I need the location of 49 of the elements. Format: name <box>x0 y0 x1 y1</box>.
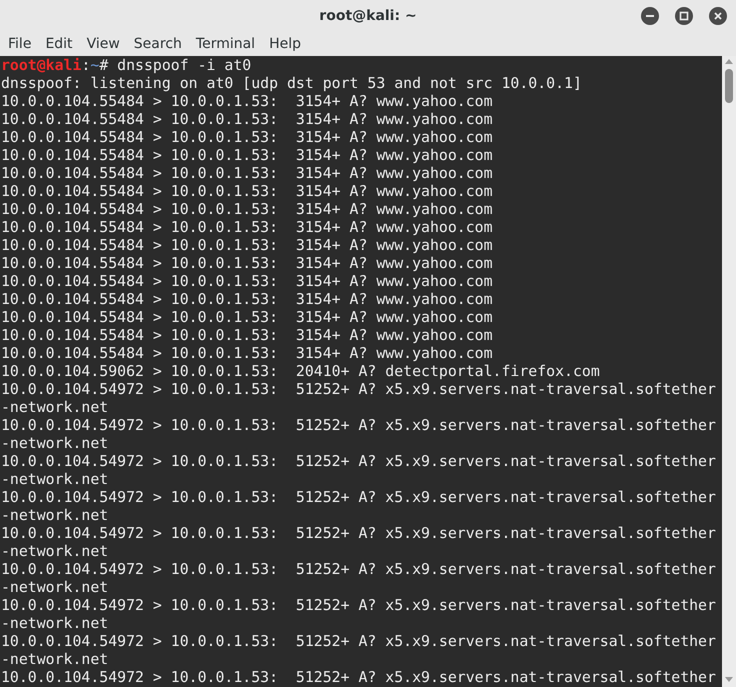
terminal-line: 10.0.0.104.54972 > 10.0.0.1.53: 51252+ A? x5.x9.servers.nat-traversal.softether <box>1 560 716 578</box>
terminal-line: -network.net <box>1 470 108 488</box>
terminal-line: 10.0.0.104.54972 > 10.0.0.1.53: 51252+ A? x5.x9.servers.nat-traversal.softether <box>1 632 716 650</box>
menu-item[interactable]: Terminal <box>196 36 270 52</box>
terminal-line: 10.0.0.104.54972 > 10.0.0.1.53: 51252+ A? x5.x9.servers.nat-traversal.softether <box>1 452 716 470</box>
scroll-down-icon[interactable] <box>725 677 733 683</box>
terminal-line: 10.0.0.104.54972 > 10.0.0.1.53: 51252+ A? x5.x9.servers.nat-traversal.softether <box>1 596 716 614</box>
terminal-line: 10.0.0.104.55484 > 10.0.0.1.53: 3154+ A? www.yahoo.com <box>1 236 493 254</box>
scroll-thumb[interactable] <box>725 69 733 103</box>
terminal-line: 10.0.0.104.55484 > 10.0.0.1.53: 3154+ A? www.yahoo.com <box>1 344 493 362</box>
terminal-line: 10.0.0.104.55484 > 10.0.0.1.53: 3154+ A? www.yahoo.com <box>1 272 493 290</box>
terminal-line: -network.net <box>1 650 108 668</box>
terminal-line: 10.0.0.104.55484 > 10.0.0.1.53: 3154+ A? www.yahoo.com <box>1 326 493 344</box>
minimize-icon[interactable] <box>640 6 660 26</box>
menu-item[interactable]: View <box>86 36 134 52</box>
terminal-line: 10.0.0.104.55484 > 10.0.0.1.53: 3154+ A? www.yahoo.com <box>1 164 493 182</box>
terminal-line: 10.0.0.104.55484 > 10.0.0.1.53: 3154+ A? www.yahoo.com <box>1 128 493 146</box>
scrollbar[interactable] <box>722 56 736 687</box>
terminal-line: -network.net <box>1 578 108 596</box>
maximize-icon[interactable] <box>674 6 694 26</box>
menu-item[interactable]: File <box>8 36 46 52</box>
terminal-line: 10.0.0.104.55484 > 10.0.0.1.53: 3154+ A? www.yahoo.com <box>1 200 493 218</box>
terminal-line: dnsspoof: listening on at0 [udp dst port 53 and not src 10.0.0.1] <box>1 74 582 92</box>
window-title: root@kali: ~ <box>319 8 417 24</box>
terminal-line: 10.0.0.104.54972 > 10.0.0.1.53: 51252+ A? x5.x9.servers.nat-traversal.softether <box>1 416 716 434</box>
terminal-line: 10.0.0.104.59062 > 10.0.0.1.53: 20410+ A? detectportal.firefox.com <box>1 362 600 380</box>
terminal-line: -network.net <box>1 506 108 524</box>
menu-item[interactable]: Help <box>269 36 315 52</box>
terminal-line: 10.0.0.104.54972 > 10.0.0.1.53: 51252+ A? x5.x9.servers.nat-traversal.softether <box>1 524 716 542</box>
close-icon[interactable] <box>708 6 728 26</box>
terminal-line: 10.0.0.104.54972 > 10.0.0.1.53: 51252+ A? x5.x9.servers.nat-traversal.softether <box>1 668 716 686</box>
terminal-line: -network.net <box>1 542 108 560</box>
terminal-line: 10.0.0.104.55484 > 10.0.0.1.53: 3154+ A? www.yahoo.com <box>1 110 493 128</box>
terminal-line: 10.0.0.104.55484 > 10.0.0.1.53: 3154+ A? www.yahoo.com <box>1 218 493 236</box>
terminal-line: 10.0.0.104.55484 > 10.0.0.1.53: 3154+ A? www.yahoo.com <box>1 290 493 308</box>
terminal-line: -network.net <box>1 398 108 416</box>
prompt-line: root@kali:~# dnsspoof -i at0 <box>1 56 252 74</box>
terminal-line: 10.0.0.104.55484 > 10.0.0.1.53: 3154+ A? www.yahoo.com <box>1 254 493 272</box>
terminal-line: 10.0.0.104.55484 > 10.0.0.1.53: 3154+ A? www.yahoo.com <box>1 92 493 110</box>
terminal-line: -network.net <box>1 614 108 632</box>
terminal-line: -network.net <box>1 434 108 452</box>
terminal-line: 10.0.0.104.55484 > 10.0.0.1.53: 3154+ A? www.yahoo.com <box>1 146 493 164</box>
terminal-line: 10.0.0.104.54972 > 10.0.0.1.53: 51252+ A? x5.x9.servers.nat-traversal.softether <box>1 488 716 506</box>
terminal-line: 10.0.0.104.55484 > 10.0.0.1.53: 3154+ A? www.yahoo.com <box>1 308 493 326</box>
menu-item[interactable]: Search <box>134 36 196 52</box>
menu-item[interactable]: Edit <box>45 36 87 52</box>
scroll-up-icon[interactable] <box>725 58 733 64</box>
terminal-line: 10.0.0.104.54972 > 10.0.0.1.53: 51252+ A? x5.x9.servers.nat-traversal.softether <box>1 380 716 398</box>
terminal-line: 10.0.0.104.55484 > 10.0.0.1.53: 3154+ A? www.yahoo.com <box>1 182 493 200</box>
